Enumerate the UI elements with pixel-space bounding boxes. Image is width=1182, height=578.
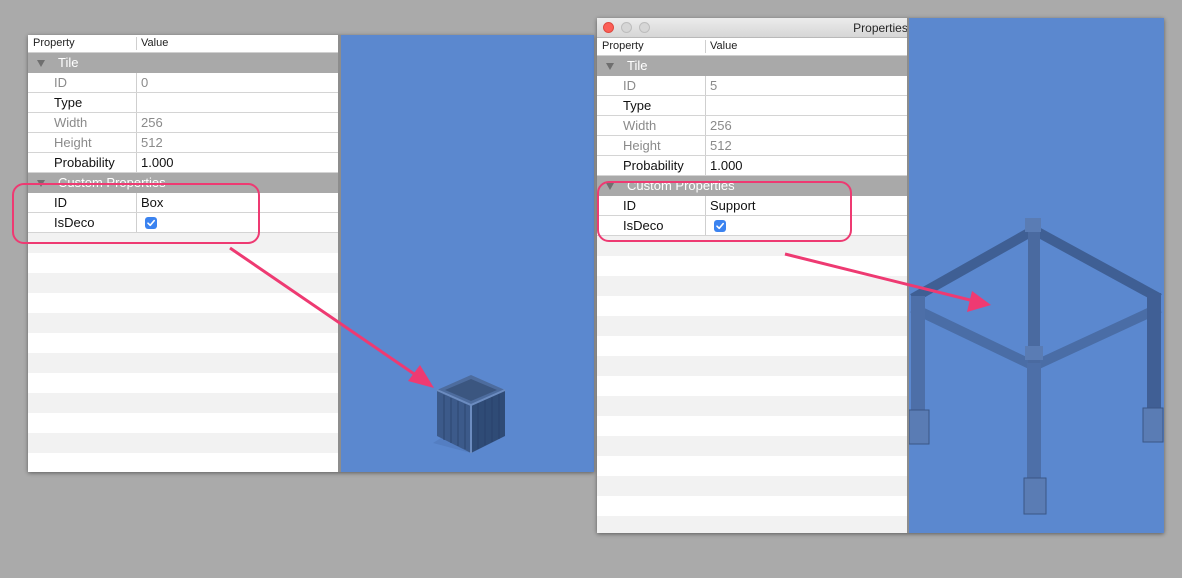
arrow-head-left <box>408 365 434 388</box>
annotation-arrows <box>229 246 991 388</box>
arrow-head-right <box>967 291 991 312</box>
